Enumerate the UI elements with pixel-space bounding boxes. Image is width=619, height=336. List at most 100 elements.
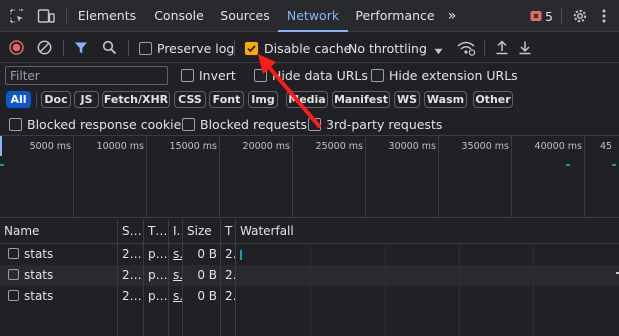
overview-gridline [292,136,293,218]
overview-gridline [219,136,220,218]
network-overview-timeline[interactable]: 5000 ms 10000 ms 15000 ms 20000 ms 25000… [0,136,619,218]
type-chip-font[interactable]: Font [209,91,244,108]
clear-icon[interactable] [37,40,52,58]
blocked-requests-label[interactable]: Blocked requests [200,117,307,132]
hide-extension-urls-label[interactable]: Hide extension URLs [389,68,518,83]
overview-tick-label: 5000 ms [29,141,71,152]
type-chip-css[interactable]: CSS [174,91,206,108]
overview-tick-label: 15000 ms [169,141,217,152]
device-toolbar-icon[interactable] [37,8,55,27]
divider [484,40,485,56]
tab-sources[interactable]: Sources [214,0,276,32]
cell-status: 2… [122,247,142,261]
more-tabs-chevron-icon[interactable]: » [441,0,463,32]
type-chip-js[interactable]: JS [74,91,99,108]
issues-count[interactable]: 5 [545,9,553,24]
blocked-response-cookies-checkbox[interactable] [9,118,22,131]
type-chip-img[interactable]: Img [248,91,278,108]
cell-status: 2… [122,289,142,303]
invert-checkbox[interactable] [181,69,194,82]
filter-funnel-icon[interactable] [74,41,88,58]
column-header-name[interactable]: Name [0,219,117,244]
settings-gear-icon[interactable] [572,8,588,27]
overview-gridline [584,136,585,218]
column-divider[interactable] [235,219,236,336]
cell-type: p… [148,247,168,261]
column-header-size[interactable]: Size [183,219,221,244]
type-chip-wasm[interactable]: Wasm [424,91,467,108]
row-select-checkbox[interactable] [8,290,19,301]
inspect-element-icon[interactable] [9,8,25,27]
filter-input[interactable] [5,66,168,85]
third-party-requests-checkbox[interactable] [308,118,321,131]
cell-size: 0 B [197,247,217,261]
disable-cache-label[interactable]: Disable cache [264,41,351,56]
row-select-checkbox[interactable] [8,269,19,280]
overview-tick-label: 40000 ms [534,141,582,152]
cell-name[interactable]: stats [20,286,117,307]
type-chip-other[interactable]: Other [473,91,513,108]
preserve-log-checkbox[interactable] [139,42,152,55]
hide-extension-urls-checkbox[interactable] [371,69,384,82]
disable-cache-checkbox[interactable] [245,42,258,55]
tab-network[interactable]: Network [278,0,348,32]
hide-data-urls-label[interactable]: Hide data URLs [272,68,368,83]
cell-name[interactable]: stats [20,244,117,265]
network-conditions-wifi-icon[interactable] [456,40,476,59]
cell-size: 0 B [197,289,217,303]
overview-gridline [438,136,439,218]
type-chip-manifest[interactable]: Manifest [332,91,390,108]
more-options-kebab-icon[interactable] [601,8,607,27]
overview-tick-label: 35000 ms [461,141,509,152]
overview-tick-label: 20000 ms [242,141,290,152]
overview-gridline [511,136,512,218]
throttling-select[interactable]: No throttling [348,41,427,56]
column-divider[interactable] [182,219,183,336]
column-header-waterfall[interactable]: Waterfall [236,219,356,244]
blocked-requests-checkbox[interactable] [182,118,195,131]
overview-tick-label: 30000 ms [388,141,436,152]
type-chip-ws[interactable]: WS [394,91,420,108]
stop-recording-icon[interactable] [9,40,24,58]
dropdown-caret-icon[interactable] [434,44,443,58]
overview-request-mark [0,164,4,166]
requests-table-header: Name S… T… I… Size T Waterfall [0,219,619,244]
search-icon[interactable] [102,40,117,58]
overview-tick-label: 10000 ms [96,141,144,152]
blocked-response-cookies-label[interactable]: Blocked response cookies [27,117,188,132]
filter-row: Invert Hide data URLs Hide extension URL… [0,63,619,88]
overview-gridline [146,136,147,218]
cell-name[interactable]: stats [20,265,117,286]
third-party-requests-label[interactable]: 3rd-party requests [326,117,442,132]
preserve-log-label[interactable]: Preserve log [157,41,234,56]
type-chip-doc[interactable]: Doc [41,91,71,108]
divider [66,8,67,24]
tab-performance[interactable]: Performance [350,0,440,32]
divider [63,40,64,56]
import-har-upload-icon[interactable] [495,40,509,58]
tab-elements[interactable]: Elements [71,0,143,32]
column-header-type[interactable]: T… [144,219,169,244]
export-har-download-icon[interactable] [518,40,532,58]
issues-error-icon[interactable] [530,10,542,25]
cell-initiator-link[interactable]: s… [169,286,183,307]
column-header-time[interactable]: T [221,219,235,244]
column-divider[interactable] [168,219,169,336]
column-divider[interactable] [220,219,221,336]
column-divider[interactable] [143,219,144,336]
overview-request-mark [612,164,616,166]
waterfall-bar[interactable] [240,250,242,260]
invert-label[interactable]: Invert [199,68,236,83]
column-header-status[interactable]: S… [118,219,143,244]
tab-console[interactable]: Console [145,0,213,32]
type-chip-fetch-xhr[interactable]: Fetch/XHR [102,91,170,108]
column-header-initiator[interactable]: I… [169,219,183,244]
cell-initiator-link[interactable]: s… [169,265,183,286]
cell-time: 2… [225,247,235,261]
cell-initiator-link[interactable]: s… [169,244,183,265]
hide-data-urls-checkbox[interactable] [254,69,267,82]
row-select-checkbox[interactable] [8,248,19,259]
type-chip-all[interactable]: All [6,91,31,108]
column-divider[interactable] [117,219,118,336]
type-chip-media[interactable]: Media [286,91,328,108]
